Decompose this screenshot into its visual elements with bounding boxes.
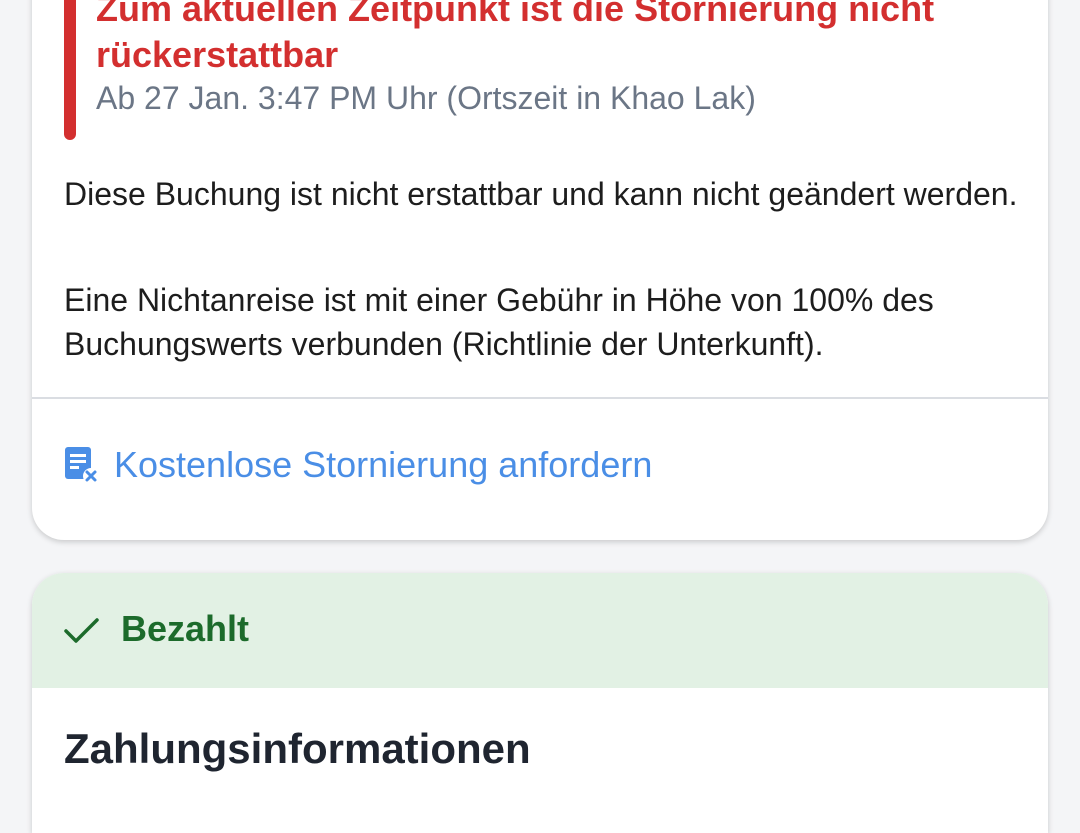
policy-deadline: Ab 27 Jan. 3:47 PM Uhr (Ortszeit in Khao… <box>96 80 756 116</box>
check-icon <box>64 618 99 643</box>
policy-no-show-text: Eine Nichtanreise ist mit einer Gebühr i… <box>64 282 934 362</box>
document-cancel-icon <box>65 447 99 484</box>
policy-alert: Zum aktuellen Zeitpunkt ist die Stornier… <box>64 0 1024 140</box>
request-free-cancellation-label: Kostenlose Stornierung anfordern <box>114 444 653 485</box>
payment-info-heading: Zahlungsinformationen <box>64 725 531 772</box>
payment-status-banner: Bezahlt <box>32 573 1048 688</box>
payment-status-label: Bezahlt <box>121 608 250 649</box>
policy-title: Zum aktuellen Zeitpunkt ist die Stornier… <box>96 0 935 75</box>
cancellation-policy-card: Zum aktuellen Zeitpunkt ist die Stornier… <box>32 0 1048 540</box>
policy-nonrefundable-text: Diese Buchung ist nicht erstattbar und k… <box>64 176 1018 212</box>
divider <box>32 397 1048 399</box>
request-free-cancellation-link[interactable]: Kostenlose Stornierung anfordern <box>64 444 652 486</box>
alert-accent-bar <box>64 0 76 140</box>
payment-card: Bezahlt Zahlungsinformationen <box>32 573 1048 833</box>
